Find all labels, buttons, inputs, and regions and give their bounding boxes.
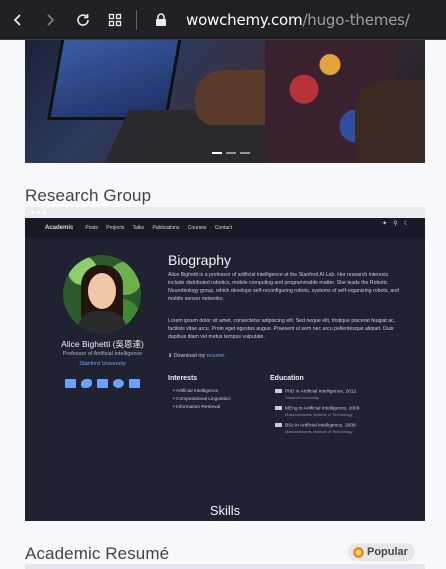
graduation-cap-icon <box>97 379 108 388</box>
profile-social-links <box>65 379 140 388</box>
url-path: /hugo-themes/ <box>302 11 410 29</box>
biography-paragraph-2: Lorem ipsum dolor sit amet, consectetur … <box>168 318 396 340</box>
education-degree: BSc in Artificial Intelligence, 2008 <box>285 423 356 429</box>
research-group-title[interactable]: Research Group <box>25 186 151 206</box>
popular-badge: Popular <box>348 543 415 561</box>
toolbar-divider <box>136 10 137 30</box>
back-arrow-icon[interactable] <box>6 8 30 32</box>
education-item: MEng in Artificial Intelligence, 2009 Ma… <box>275 406 359 419</box>
download-icon: ⬇ <box>168 353 173 359</box>
github-icon <box>113 379 124 388</box>
hero-photo[interactable] <box>25 40 425 163</box>
preview-nav-link: Publications <box>152 225 180 231</box>
preview-window-chrome <box>25 207 425 218</box>
academic-resume-title[interactable]: Academic Resumé <box>25 544 169 564</box>
carousel-dot[interactable] <box>240 152 250 154</box>
profile-role: Professor of Artificial Intelligence <box>62 351 143 357</box>
skills-heading: Skills <box>209 503 241 518</box>
reload-icon[interactable] <box>71 8 95 32</box>
arm <box>355 80 425 163</box>
theme-preview-academic[interactable]: Academic Posts Projects Talks Publicatio… <box>25 207 425 521</box>
carousel-dots[interactable] <box>212 152 250 154</box>
popular-badge-label: Popular <box>367 546 408 558</box>
profile-organization: Stanford University <box>79 361 126 367</box>
profile-avatar <box>63 255 141 333</box>
graduation-cap-icon <box>275 406 282 410</box>
preview-nav-link: Courses <box>187 225 207 231</box>
url-domain: wowchemy.com <box>186 11 303 29</box>
preview-nav-link: Talks <box>132 225 145 231</box>
interests-heading: Interests <box>168 375 198 382</box>
interest-item: Computational Linguistics <box>173 396 231 404</box>
interest-item: Information Retrieval <box>173 404 231 412</box>
linkedin-icon <box>129 379 140 388</box>
biography-heading: Biography <box>168 252 232 268</box>
preview-navbar: Academic Posts Projects Talks Publicatio… <box>25 218 425 238</box>
preview-nav-link: Posts <box>85 225 98 231</box>
education-school: Massachusetts Institute of Technology <box>285 412 353 418</box>
envelope-icon <box>65 379 76 388</box>
biography-paragraph-1: Alice Bighetti is a professor of artific… <box>168 272 399 302</box>
browser-toolbar: wowchemy.com/hugo-themes/ <box>0 0 446 40</box>
education-heading: Education <box>270 375 304 382</box>
search-icon: ⚲ <box>393 221 398 227</box>
education-item: PhD in Artificial Intelligence, 2012 Sta… <box>275 389 356 402</box>
tabs-grid-icon[interactable] <box>103 8 127 32</box>
twitter-icon: ✦ <box>382 221 388 227</box>
carousel-dot[interactable] <box>212 152 222 154</box>
graduation-cap-icon <box>275 389 282 393</box>
interests-list: Artificial Intelligence Computational Li… <box>173 388 231 412</box>
download-resume-link: resumé. <box>206 353 226 359</box>
forward-arrow-icon[interactable] <box>38 8 62 32</box>
avatar-face <box>88 273 116 309</box>
preview-nav-link: Projects <box>106 225 125 231</box>
next-preview-edge[interactable] <box>25 564 425 569</box>
preview-nav-links: Posts Projects Talks Publications Course… <box>85 225 239 231</box>
address-bar-url[interactable]: wowchemy.com/hugo-themes/ <box>186 11 410 29</box>
download-resume-line: ⬇ Download my resumé. <box>168 353 225 359</box>
profile-name: Alice Bighetti (吳恩達) <box>61 339 144 349</box>
preview-brand: Academic <box>45 225 74 231</box>
laptop-screen <box>47 40 183 120</box>
preview-nav-link: Contact <box>214 225 233 231</box>
lock-icon[interactable] <box>149 8 173 32</box>
graduation-cap-icon <box>275 423 282 427</box>
interest-item: Artificial Intelligence <box>173 388 231 396</box>
moon-icon: ☾ <box>403 221 409 227</box>
education-item: BSc in Artificial Intelligence, 2008 Mas… <box>275 423 356 436</box>
carousel-dot[interactable] <box>226 152 236 154</box>
twitter-icon <box>81 379 92 388</box>
preview-nav-icons: ✦ ⚲ ☾ <box>382 220 409 227</box>
education-school: Stanford University <box>285 395 319 401</box>
collision-icon <box>353 546 364 558</box>
education-degree: MEng in Artificial Intelligence, 2009 <box>285 406 360 412</box>
education-school: Massachusetts Institute of Technology <box>285 429 353 435</box>
education-degree: PhD in Artificial Intelligence, 2012 <box>285 389 357 395</box>
download-prefix: Download my <box>173 353 206 359</box>
